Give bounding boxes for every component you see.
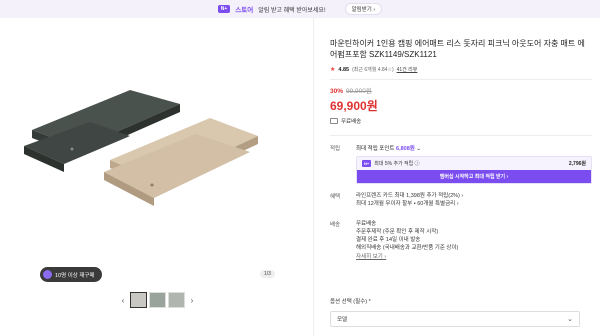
chevron-down-icon: ⌄ [567,316,573,323]
benefits-row: 혜택 라인프렌즈 카드 최대 1,398원 추가 적립(2%) › 최대 12개… [330,192,592,208]
badge-label: 10명 이상 재구매 [55,272,95,279]
original-price: 99,900원 [346,88,372,95]
rating-detail: (최근 6개월 4.84☆) [352,67,394,73]
repurchase-badge: 10명 이상 재구매 [40,267,102,282]
chevron-down-icon[interactable]: ⌄ [416,146,421,152]
valve-icon [70,147,74,151]
max-points: 최대 적립 포인트 6,808원 ⌄ [356,144,592,152]
product-title: 마운틴하이커 1인용 캠핑 에어매트 리스 돗자리 피크닉 아웃도어 자충 매트… [330,39,585,59]
discount-row: 30% 99,900원 [330,85,592,95]
banner-text: 알림 받고 혜택 받아보세요! [258,7,326,14]
notify-button[interactable]: 알림받기 › [344,3,383,15]
delivery-line: 무료배송 [356,221,377,227]
option-select-value: 모델 [337,317,348,323]
thumbnail-strip: ‹ › [118,292,197,308]
delivery-line: 결제 완료 후 14일 이내 발송 [356,237,421,243]
installment-link[interactable]: 최대 12개월 무이자 할부 • 60개월 특별금리 › [356,200,592,208]
image-counter: 1/3 [260,270,275,278]
thumbnail[interactable] [130,292,147,308]
extra-points-value: 2,796원 [568,161,586,167]
shipping-label: 무료배송 [341,119,362,125]
chevron-right-icon[interactable]: › [187,296,197,305]
banner-brand: 스토어 [235,7,254,14]
naver-plus-logo: N+ [217,5,231,13]
max-points-value: 6,808원 [396,146,415,152]
chevron-left-icon[interactable]: ‹ [118,296,128,305]
rating-value: 4.85 [338,66,350,73]
thumbnail[interactable] [168,292,185,308]
delivery-line: 해외직배송 (국내배송과 교환/반품 기준 상이) [356,245,459,251]
product-image[interactable] [20,60,270,220]
divider [330,79,592,80]
review-link[interactable]: 41건 리뷰 [397,66,418,73]
membership-points-box: N+ 최대 5% 추가 적립 ⓘ 2,796원 멤버십 시작하고 최대 적립 받… [356,156,592,184]
option-label: 옵션 선택 (필수) * [330,299,371,305]
benefits-label: 혜택 [330,194,341,200]
shipping-info: 무료배송 [330,117,592,125]
truck-icon [330,118,338,124]
delivery-line: 주문후제작 (주문 확인 후 제작 시작) [356,229,439,235]
card-benefit-link[interactable]: 라인프렌즈 카드 최대 1,398원 추가 적립(2%) › [356,192,592,200]
delivery-row: 배송 무료배송 주문후제작 (주문 확인 후 제작 시작) 결제 완료 후 14… [330,220,592,261]
delivery-details-link[interactable]: 자세히 보기 › [356,253,592,261]
delivery-label: 배송 [330,222,341,228]
sale-price: 69,900원 [330,99,378,113]
max-points-prefix: 최대 적립 포인트 [356,146,395,152]
rating-row: ★ 4.85 (최근 6개월 4.84☆) 41건 리뷰 [330,66,592,74]
divider [330,135,592,136]
divider [313,18,314,336]
badge-icon [43,270,52,279]
points-row: 적립 최대 적립 포인트 6,808원 ⌄ N+ 최대 5% 추가 적립 ⓘ 2… [330,144,592,184]
product-info: 마운틴하이커 1인용 캠핑 에어매트 리스 돗자리 피크닉 아웃도어 자충 매트… [330,38,592,261]
discount-rate: 30% [330,88,344,95]
membership-button[interactable]: 멤버십 시작하고 최대 적립 받기 › [357,170,591,183]
thumbnail[interactable] [149,292,166,308]
valve-icon [150,183,154,187]
star-icon: ★ [330,67,336,73]
option-select[interactable]: 모델 ⌄ [330,311,580,327]
notification-banner: N+ 스토어 알림 받고 혜택 받아보세요! 알림받기 › [0,0,600,18]
naver-plus-logo: N+ [362,160,372,167]
extra-points-text: 최대 5% 추가 적립 ⓘ [374,161,420,167]
points-label: 적립 [330,146,341,152]
